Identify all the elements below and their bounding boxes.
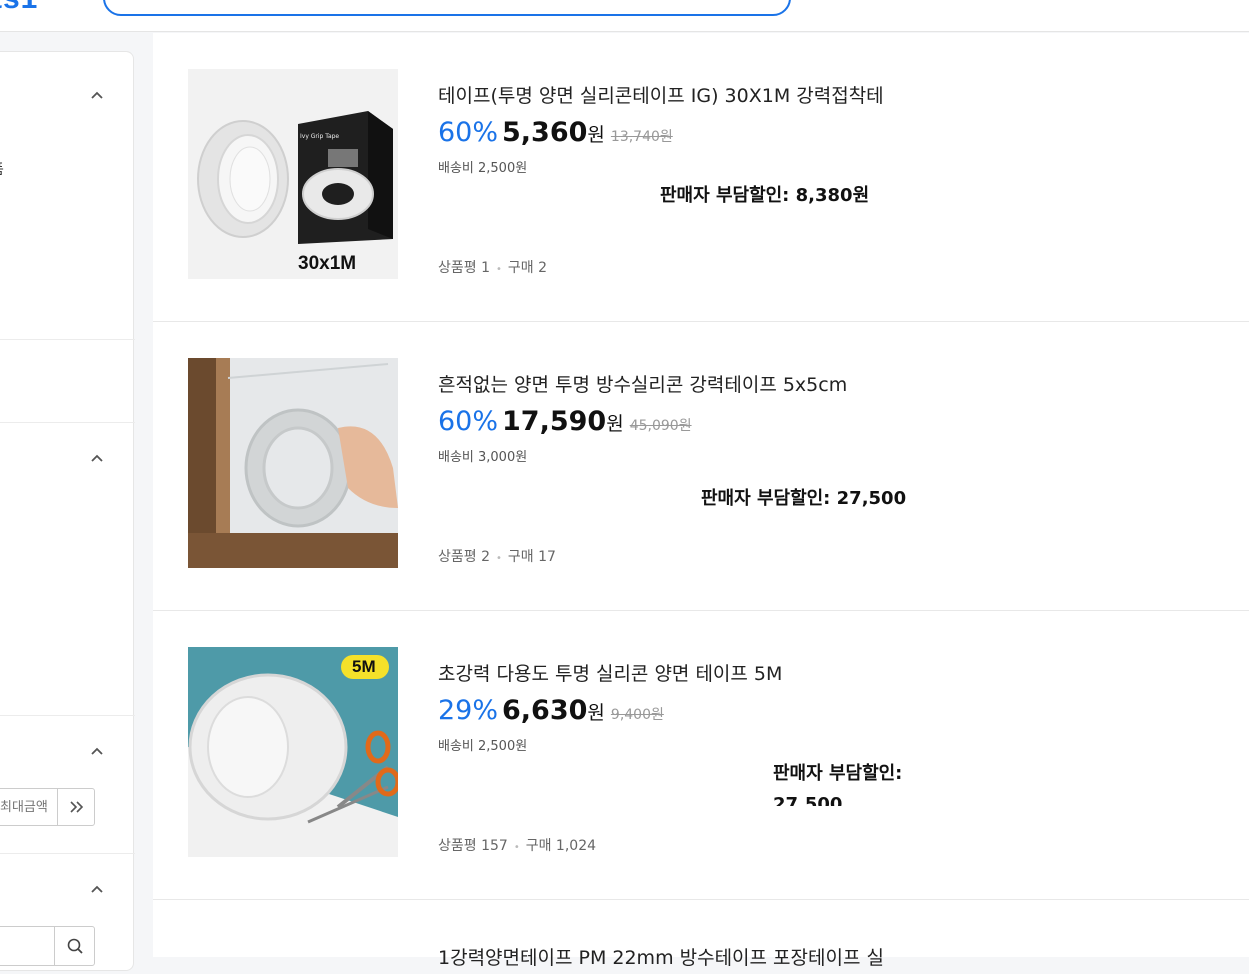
top-header: ts1 (0, 0, 1249, 32)
filter-section-price (0, 716, 135, 854)
chevron-up-icon[interactable] (88, 87, 106, 105)
price-row: 60% 5,360원 13,740원 (438, 117, 673, 148)
shipping-fee: 배송비 2,500원 (438, 161, 528, 176)
filter-section-1: 품 (0, 52, 135, 340)
original-price: 45,090원 (629, 418, 692, 434)
filter-search-field[interactable] (0, 926, 95, 966)
currency-unit: 원 (587, 702, 605, 724)
shipping-fee: 배송비 3,000원 (438, 450, 528, 465)
image-box-text: Ivy Grip Tape (300, 133, 340, 140)
double-chevron-right-icon (69, 801, 83, 813)
seller-discount: 판매자 부담할인: 27,500 (701, 488, 907, 509)
original-price: 13,740원 (610, 129, 673, 145)
currency-unit: 원 (587, 124, 605, 146)
sale-price: 6,630 (502, 695, 588, 726)
purchase-count: 구매 1,024 (525, 838, 597, 854)
product-title[interactable]: 테이프(투명 양면 실리콘테이프 IG) 30X1M 강력접착테 (438, 81, 884, 108)
product-image[interactable] (188, 358, 398, 568)
sale-price: 5,360 (502, 117, 588, 148)
discount-rate: 60% (438, 406, 499, 437)
product-title[interactable]: 초강력 다용도 투명 실리콘 양면 테이프 5M (438, 659, 782, 686)
discount-rate: 60% (438, 117, 499, 148)
product-image[interactable]: 5M (188, 647, 398, 857)
chevron-up-icon[interactable] (88, 743, 106, 761)
original-price: 9,400원 (610, 707, 664, 723)
price-row: 29% 6,630원 9,400원 (438, 695, 664, 726)
seller-discount-clip: 27,500 (773, 794, 842, 806)
purchase-count: 구매 17 (507, 549, 556, 565)
filter-item-label[interactable]: 품 (0, 159, 4, 179)
site-logo[interactable]: ts1 (0, 0, 38, 16)
filter-section-3 (0, 423, 135, 716)
purchase-count: 구매 2 (507, 260, 548, 276)
shipping-fee: 배송비 2,500원 (438, 739, 528, 754)
product-meta: 상품평 157 • 구매 1,024 (438, 838, 597, 854)
filter-search-button[interactable] (54, 927, 95, 965)
product-meta: 상품평 2 • 구매 17 (438, 549, 556, 565)
sale-price: 17,590 (502, 406, 607, 437)
filter-sidebar: 품 (0, 51, 135, 971)
price-apply-button[interactable] (58, 789, 95, 825)
search-bar[interactable] (103, 0, 791, 16)
discount-rate: 29% (438, 695, 499, 726)
review-count[interactable]: 상품평 1 (438, 260, 490, 276)
price-row: 60% 17,590원 45,090원 (438, 406, 692, 437)
product-item[interactable]: 5M 초강력 다용도 투명 실리콘 양면 테이프 5M 29% 6,630원 9,4… (153, 611, 1249, 900)
max-price-field (0, 788, 95, 826)
seller-discount: 판매자 부담할인: 8,380원 (660, 185, 870, 206)
product-item[interactable]: 흔적없는 양면 투명 방수실리콘 강력테이프 5x5cm 60% 17,590원 4… (153, 322, 1249, 611)
search-icon (67, 938, 83, 954)
chevron-up-icon[interactable] (88, 881, 106, 899)
product-list: Ivy Grip Tape 30x1M 테이프(투명 양면 실리콘테이프 IG)… (153, 33, 1249, 969)
review-count[interactable]: 상품평 157 (438, 838, 508, 854)
seller-discount-value: 27,500 (773, 794, 843, 806)
image-badge: 5M (352, 657, 376, 676)
max-price-input[interactable] (0, 789, 58, 825)
filter-section-2 (0, 340, 135, 423)
chevron-up-icon[interactable] (88, 450, 106, 468)
product-image[interactable]: Ivy Grip Tape 30x1M (188, 69, 398, 279)
review-count[interactable]: 상품평 2 (438, 549, 490, 565)
product-title[interactable]: 흔적없는 양면 투명 방수실리콘 강력테이프 5x5cm (438, 370, 847, 397)
product-item[interactable]: Ivy Grip Tape 30x1M 테이프(투명 양면 실리콘테이프 IG)… (153, 33, 1249, 322)
image-size-label: 30x1M (298, 253, 357, 274)
product-meta: 상품평 1 • 구매 2 (438, 260, 548, 276)
currency-unit: 원 (606, 413, 624, 435)
seller-discount-label: 판매자 부담할인: (773, 763, 903, 784)
